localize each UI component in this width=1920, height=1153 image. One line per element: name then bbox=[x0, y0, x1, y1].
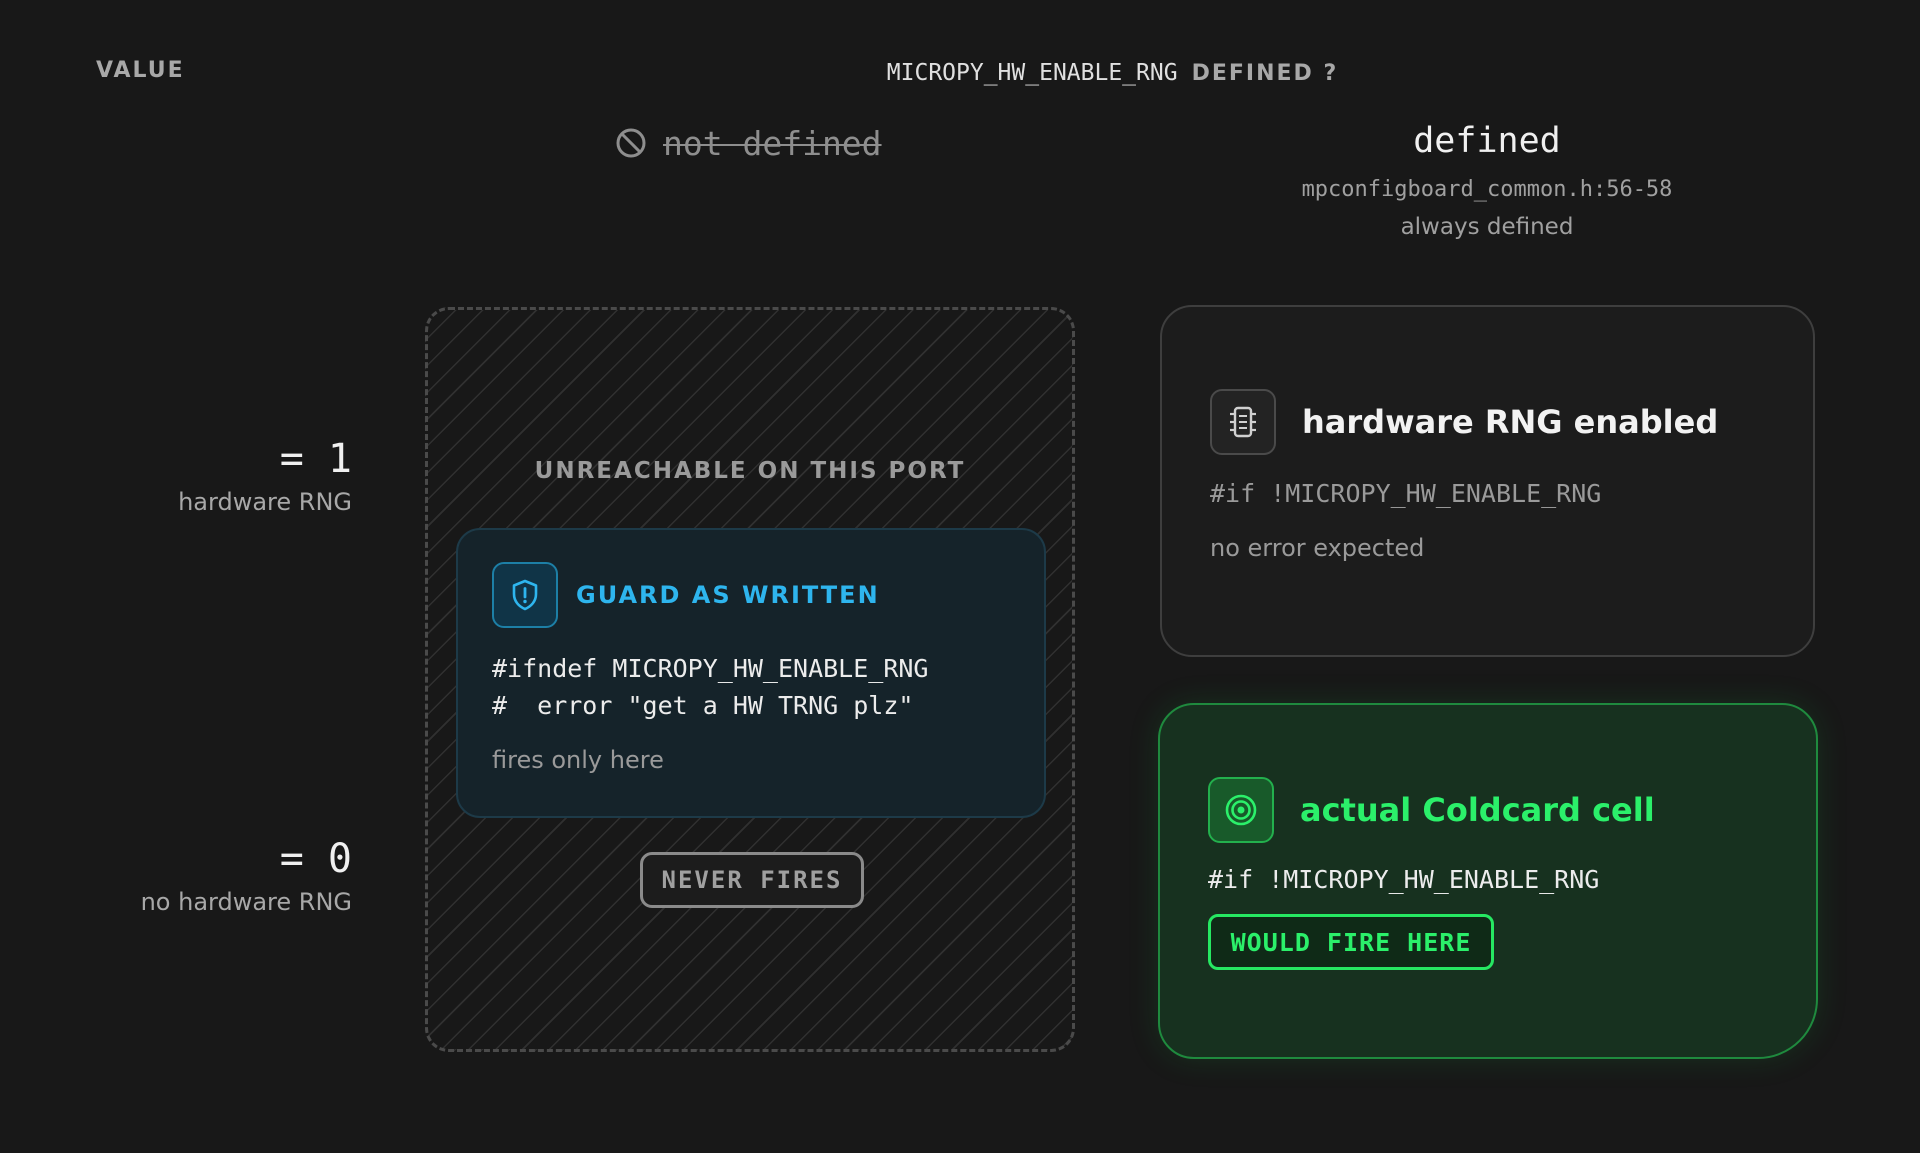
prohibited-icon bbox=[616, 128, 646, 158]
shield-alert-icon bbox=[492, 562, 558, 628]
unreachable-label: UNREACHABLE ON THIS PORT bbox=[534, 458, 966, 484]
would-fire-badge: WOULD FIRE HERE bbox=[1208, 914, 1494, 970]
coldcard-card-title: actual Coldcard cell bbox=[1300, 791, 1655, 829]
defined-question-header: MICROPY_HW_ENABLE_RNG DEFINED ? bbox=[0, 60, 1920, 86]
not-defined-column-header: not defined bbox=[615, 121, 882, 165]
row-description: hardware RNG bbox=[178, 488, 352, 516]
guard-footnote: fires only here bbox=[492, 746, 664, 774]
hardware-rng-card-title: hardware RNG enabled bbox=[1302, 403, 1719, 441]
row-label-1: = 1 hardware RNG bbox=[178, 436, 352, 516]
defined-question-suffix: DEFINED ? bbox=[1191, 61, 1339, 86]
guard-card: GUARD AS WRITTEN #ifndef MICROPY_HW_ENAB… bbox=[456, 528, 1046, 818]
row-description: no hardware RNG bbox=[140, 888, 352, 916]
row-label-0: = 0 no hardware RNG bbox=[141, 836, 352, 916]
hardware-rng-card-header: hardware RNG enabled bbox=[1210, 389, 1765, 455]
coldcard-code: #if !MICROPY_HW_ENABLE_RNG bbox=[1208, 865, 1600, 894]
coldcard-cell-card: actual Coldcard cell #if !MICROPY_HW_ENA… bbox=[1158, 703, 1818, 1059]
coldcard-card-header: actual Coldcard cell bbox=[1208, 777, 1768, 843]
defined-note: always defined bbox=[1400, 214, 1574, 240]
defined-label: defined bbox=[1413, 121, 1561, 161]
guard-card-header: GUARD AS WRITTEN bbox=[492, 562, 1010, 628]
not-defined-label: not defined bbox=[663, 123, 882, 163]
hardware-rng-code: #if !MICROPY_HW_ENABLE_RNG bbox=[1210, 479, 1602, 508]
macro-name: MICROPY_HW_ENABLE_RNG bbox=[886, 60, 1178, 86]
defined-column-header: defined mpconfigboard_common.h:56-58 alw… bbox=[1160, 121, 1814, 240]
code-line: # error "get a HW TRNG plz" bbox=[492, 691, 914, 720]
row-value: = 0 bbox=[279, 836, 352, 882]
hardware-rng-card: hardware RNG enabled #if !MICROPY_HW_ENA… bbox=[1160, 305, 1815, 657]
chip-icon bbox=[1210, 389, 1276, 455]
guard-code: #ifndef MICROPY_HW_ENABLE_RNG # error "ge… bbox=[492, 650, 1010, 724]
guard-card-title: GUARD AS WRITTEN bbox=[576, 581, 880, 609]
hardware-rng-footnote: no error expected bbox=[1210, 534, 1425, 562]
target-icon bbox=[1208, 777, 1274, 843]
code-line: #ifndef MICROPY_HW_ENABLE_RNG bbox=[492, 654, 929, 683]
row-value: = 1 bbox=[279, 436, 352, 482]
defined-source-ref: mpconfigboard_common.h:56-58 bbox=[1301, 177, 1673, 202]
never-fires-badge: NEVER FIRES bbox=[640, 852, 864, 908]
